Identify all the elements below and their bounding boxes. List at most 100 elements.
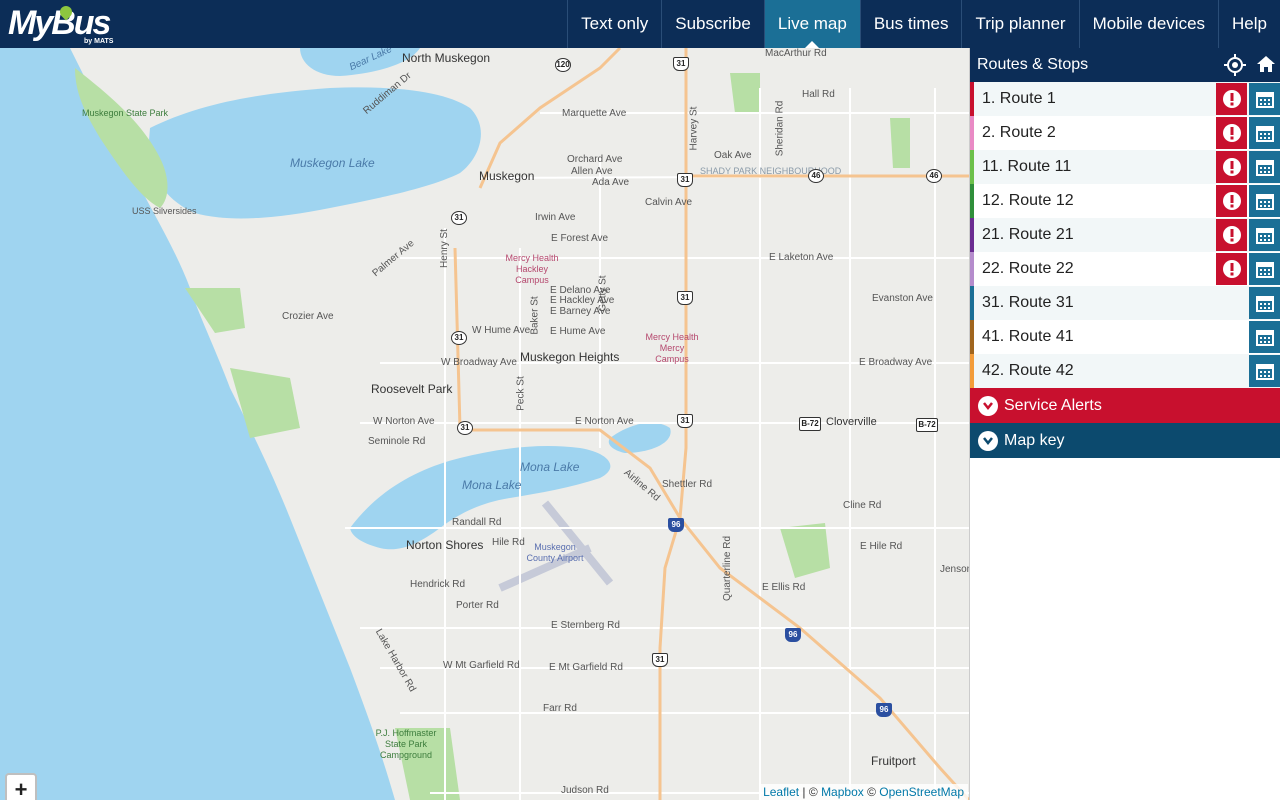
poi-label: USS Silversides (132, 206, 197, 216)
route-alert-button[interactable] (1216, 83, 1247, 115)
street-label: Judson Rd (561, 785, 609, 796)
route-alert-button[interactable] (1216, 151, 1247, 183)
map-key-toggle[interactable]: Map key (970, 423, 1280, 458)
route-list: 1. Route 1 2. Route 2 11. Route 11 12. Rout… (970, 82, 1280, 388)
street-label: Jenson Rd (940, 564, 969, 575)
highway-shield: 31 (677, 291, 693, 305)
street-label: W Norton Ave (373, 416, 435, 427)
route-schedule-button[interactable] (1249, 355, 1280, 387)
street-label: Evanston Ave (872, 293, 933, 304)
interstate-shield: 96 (785, 628, 801, 642)
map-key-label: Map key (1004, 431, 1065, 449)
mybus-logo[interactable]: MyBus by MATS (8, 3, 118, 46)
poi-label: Mercy Health Mercy Campus (645, 332, 699, 364)
street-label: Calvin Ave (645, 197, 693, 208)
alert-icon (1222, 90, 1241, 108)
alert-icon (1222, 124, 1241, 142)
route-schedule-button[interactable] (1249, 117, 1280, 149)
route-schedule-button[interactable] (1249, 219, 1280, 251)
street-label: W Hume Ave (472, 325, 531, 336)
route-schedule-button[interactable] (1249, 287, 1280, 319)
street-label: Marquette Ave (562, 108, 627, 119)
park-area (730, 73, 760, 113)
neighbourhood-label: SHADY PARK NEIGHBOURHOOD (700, 166, 842, 176)
nav-help[interactable]: Help (1218, 0, 1280, 48)
street-label: Hall Rd (802, 89, 835, 100)
route-schedule-button[interactable] (1249, 83, 1280, 115)
street-label: E Norton Ave (575, 416, 634, 427)
route-schedule-button[interactable] (1249, 321, 1280, 353)
alert-icon (1222, 192, 1241, 210)
street-label: Peck St (515, 376, 527, 411)
street-label: Harvey St (688, 106, 700, 151)
nav-live-map[interactable]: Live map (763, 0, 860, 48)
highway-shield: B-72 (799, 417, 821, 431)
route-row[interactable]: 21. Route 21 (970, 218, 1280, 252)
live-map[interactable]: Muskegon Lake Mona Lake Mona Lake Bear L… (0, 48, 969, 800)
street-label: E Broadway Ave (859, 357, 933, 368)
highway-shield: 31 (677, 414, 693, 428)
leaflet-link[interactable]: Leaflet (763, 785, 799, 799)
street-label: Hile Rd (492, 537, 525, 548)
home-icon[interactable] (1256, 54, 1276, 81)
route-row[interactable]: 2. Route 2 (970, 116, 1280, 150)
route-row[interactable]: 1. Route 1 (970, 82, 1280, 116)
street-label: Oak Ave (714, 150, 752, 161)
route-alert-button[interactable] (1216, 185, 1247, 217)
highway-shield: B-72 (916, 418, 938, 432)
locate-icon[interactable] (1224, 54, 1246, 81)
route-row[interactable]: 31. Route 31 (970, 286, 1280, 320)
town-label: Cloverville (826, 416, 877, 428)
route-label: 42. Route 42 (982, 362, 1074, 379)
street-label: Shettler Rd (662, 479, 713, 490)
nav-trip-planner[interactable]: Trip planner (961, 0, 1078, 48)
nav-text-only[interactable]: Text only (567, 0, 661, 48)
calendar-icon (1255, 262, 1274, 278)
zoom-in-button[interactable]: + (7, 775, 35, 800)
town-label: Norton Shores (406, 538, 484, 552)
route-row[interactable]: 12. Route 12 (970, 184, 1280, 218)
route-schedule-button[interactable] (1249, 151, 1280, 183)
small-lake (608, 422, 671, 453)
street-label: Baker St (529, 296, 541, 335)
service-alerts-toggle[interactable]: Service Alerts (970, 388, 1280, 423)
street-label: MacArthur Rd (765, 48, 827, 59)
route-row[interactable]: 22. Route 22 (970, 252, 1280, 286)
nav-mobile-devices[interactable]: Mobile devices (1078, 0, 1218, 48)
route-row[interactable]: 42. Route 42 (970, 354, 1280, 388)
calendar-icon (1255, 364, 1274, 380)
top-header: MyBus by MATS Text only Subscribe Live m… (0, 0, 1280, 48)
street-label: Henry St (438, 229, 450, 268)
route-label: 31. Route 31 (982, 294, 1074, 311)
highway-shield: 31 (673, 57, 689, 71)
osm-link[interactable]: OpenStreetMap (879, 785, 964, 799)
park-area (890, 118, 910, 168)
street-label: Randall Rd (452, 517, 502, 528)
route-alert-button[interactable] (1216, 253, 1247, 285)
highway-shield: 46 (926, 169, 942, 183)
zoom-control: + − (5, 773, 37, 800)
route-schedule-button[interactable] (1249, 185, 1280, 217)
chevron-down-icon (978, 395, 998, 416)
route-row[interactable]: 41. Route 41 (970, 320, 1280, 354)
route-alert-button[interactable] (1216, 117, 1247, 149)
street-label: Ada Ave (592, 177, 630, 188)
nav-subscribe[interactable]: Subscribe (661, 0, 764, 48)
nav-bus-times[interactable]: Bus times (859, 0, 962, 48)
park-area (780, 523, 830, 578)
street-label: Getty St (597, 275, 609, 312)
highway-shield: 31 (457, 421, 473, 435)
route-row[interactable]: 11. Route 11 (970, 150, 1280, 184)
calendar-icon (1255, 126, 1274, 142)
water-label: Muskegon Lake (290, 156, 375, 170)
panel-title: Routes & Stops (977, 56, 1089, 73)
route-schedule-button[interactable] (1249, 253, 1280, 285)
calendar-icon (1255, 194, 1274, 210)
mapbox-link[interactable]: Mapbox (821, 785, 864, 799)
routes-panel: Routes & Stops 1. Route 1 2. Route 2 11. R… (969, 48, 1280, 800)
street-label: Irwin Ave (535, 212, 576, 223)
route-alert-button[interactable] (1216, 219, 1247, 251)
highway-shield: 120 (555, 58, 571, 72)
highway-shield: 31 (652, 653, 668, 667)
muskegon-lake (148, 87, 481, 219)
